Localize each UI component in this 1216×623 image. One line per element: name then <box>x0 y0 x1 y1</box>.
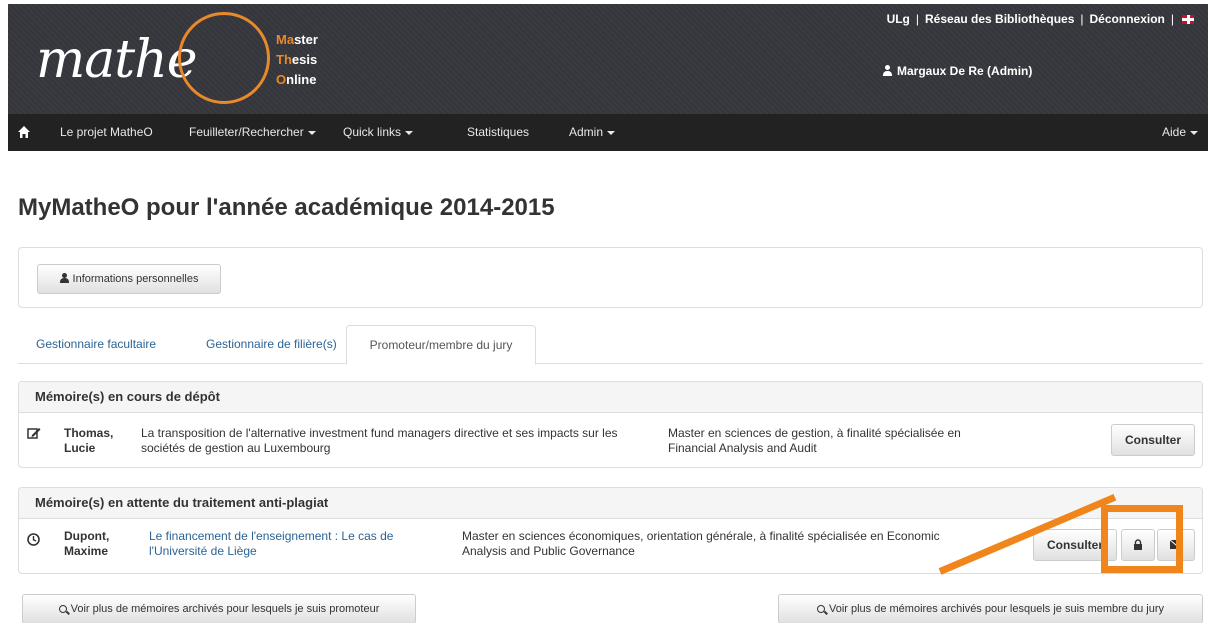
logo-wordmark[interactable]: mathe <box>36 34 197 86</box>
lock-button[interactable] <box>1121 529 1155 561</box>
user-icon <box>59 273 70 283</box>
promoter-archive-label: Voir plus de mémoires archivés pour lesq… <box>70 603 380 615</box>
page-title: MyMatheO pour l'année académique 2014-20… <box>18 194 555 221</box>
chevron-down-icon <box>405 130 414 135</box>
logo-subtitle: Master Thesis Online <box>276 32 318 87</box>
nav-quicklinks[interactable]: Quick links <box>343 114 414 151</box>
role-tabs: Gestionnaire facultaire Gestionnaire de … <box>18 325 1203 365</box>
chevron-down-icon <box>1190 130 1198 135</box>
tab-promoter-jury[interactable]: Promoteur/membre du jury <box>346 325 536 365</box>
nav-help-label: Aide <box>1161 125 1186 139</box>
nav-admin[interactable]: Admin <box>569 114 616 151</box>
thesis-title: La transposition de l'alternative invest… <box>141 426 618 455</box>
panel-title: Mémoire(s) en cours de dépôt <box>19 382 1202 413</box>
user-icon <box>882 65 893 76</box>
personal-info-button[interactable]: Informations personnelles <box>37 264 221 294</box>
list-item: Dupont, Maxime Le financement de l'enseig… <box>19 519 1202 571</box>
current-user[interactable]: Margaux De Re (Admin) <box>882 64 1032 78</box>
consult-button[interactable]: Consulter <box>1033 529 1117 561</box>
edit-icon <box>27 428 41 439</box>
program-name: Master en sciences économiques, orientat… <box>462 529 940 558</box>
promoter-archive-button[interactable]: Voir plus de mémoires archivés pour lesq… <box>22 594 416 623</box>
nav-statistics[interactable]: Statistiques <box>467 114 529 151</box>
search-icon <box>58 605 67 613</box>
jury-archive-label: Voir plus de mémoires archivés pour lesq… <box>828 603 1165 615</box>
main-navbar: Le projet MatheO Feuilleter/Rechercher Q… <box>8 114 1208 151</box>
site-header: mathe Master Thesis Online ULg | Réseau de… <box>8 4 1208 114</box>
list-item: Thomas, Lucie La transposition de l'alter… <box>19 413 1202 465</box>
user-name: Margaux De Re (Admin) <box>897 64 1033 78</box>
program-name: Master en sciences de gestion, à finalit… <box>668 426 961 455</box>
nav-browse[interactable]: Feuilleter/Rechercher <box>189 114 316 151</box>
jury-archive-button[interactable]: Voir plus de mémoires archivés pour lesq… <box>778 594 1203 623</box>
nav-browse-label: Feuilleter/Rechercher <box>189 125 304 139</box>
tab-program-manager[interactable]: Gestionnaire de filière(s) <box>206 325 337 364</box>
clock-icon <box>27 533 40 546</box>
ulg-link[interactable]: ULg <box>887 12 910 26</box>
logout-link[interactable]: Déconnexion <box>1090 12 1165 26</box>
panel-title: Mémoire(s) en attente du traitement anti… <box>19 488 1202 519</box>
tab-faculty-manager[interactable]: Gestionnaire facultaire <box>36 325 156 364</box>
top-links: ULg | Réseau des Bibliothèques | Déconnexion… <box>887 12 1194 26</box>
author-name: Thomas, Lucie <box>64 426 114 455</box>
lock-icon <box>1134 539 1142 550</box>
info-panel: Informations personnelles <box>18 247 1203 308</box>
chevron-down-icon <box>607 130 616 135</box>
nav-admin-label: Admin <box>569 125 604 139</box>
nav-help[interactable]: Aide <box>1162 114 1198 151</box>
consult-button[interactable]: Consulter <box>1111 424 1195 456</box>
chevron-down-icon <box>307 130 316 135</box>
personal-info-label: Informations personnelles <box>72 273 199 285</box>
home-icon[interactable] <box>18 126 30 138</box>
envelope-icon <box>1169 539 1183 549</box>
uk-flag-icon[interactable] <box>1182 15 1194 25</box>
search-icon <box>816 605 825 613</box>
nav-quicklinks-label: Quick links <box>343 125 402 139</box>
logo-ring <box>178 12 270 104</box>
panel-in-progress: Mémoire(s) en cours de dépôt Thomas, Luci… <box>18 381 1203 468</box>
thesis-title-link[interactable]: Le financement de l'enseignement : Le ca… <box>149 529 439 559</box>
nav-project[interactable]: Le projet MatheO <box>60 114 153 151</box>
libraries-link[interactable]: Réseau des Bibliothèques <box>925 12 1074 26</box>
author-name: Dupont, Maxime <box>64 529 110 558</box>
mail-button[interactable] <box>1157 529 1195 561</box>
